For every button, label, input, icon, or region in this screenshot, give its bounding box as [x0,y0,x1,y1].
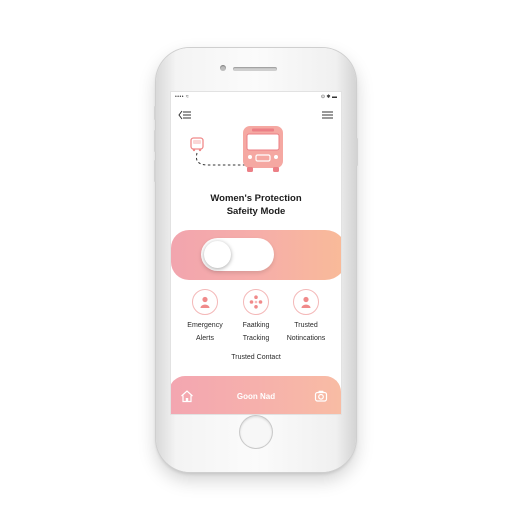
home-button[interactable] [240,416,272,448]
trusted-contact-link[interactable]: Trusted Contact [171,354,341,361]
feature-label-line2: Tracking [242,334,270,342]
front-camera [220,65,226,71]
toggle-knob[interactable] [204,241,231,268]
camera-icon[interactable] [314,389,328,403]
menu-button[interactable] [319,108,335,122]
feature-trusted-notifications[interactable]: Trusted Notincations [278,289,334,345]
back-menu-icon [178,110,191,120]
route-illustration [190,126,283,172]
feature-tracking[interactable]: Faatking Tracking [228,289,284,345]
volume-down-button [154,160,156,182]
small-bus-icon [190,137,204,152]
app-screen: •••• ≈ ⊙ ✱ ▬ Women's Protection Safeity … [171,92,341,414]
group-icon [249,295,263,309]
tracking-icon-wrap [243,289,269,315]
feature-emergency-alerts[interactable]: Emergency Alerts [177,289,233,345]
battery-indicator: ⊙ ✱ ▬ [320,94,337,100]
status-bar: •••• ≈ ⊙ ✱ ▬ [171,92,341,102]
person-icon [301,296,311,308]
route-path [195,152,246,166]
hamburger-icon [321,111,333,119]
title-line-2: Safeity Mode [226,206,286,217]
back-menu-button[interactable] [177,108,193,122]
feature-label-line2: Alerts [196,334,214,342]
signal-indicator: •••• ≈ [175,94,190,100]
title-line-1: Women's Protection [210,193,302,204]
mute-switch [154,106,156,120]
emergency-alert-icon-wrap [192,289,218,315]
earpiece-speaker [233,67,277,71]
volume-up-button [154,130,156,152]
person-icon [200,296,210,308]
feature-label-line2: Notincations [286,334,326,342]
large-bus-icon [243,126,283,172]
feature-label-line1: Trusted [294,322,318,329]
power-button [356,138,358,166]
trusted-notifications-icon-wrap [293,289,319,315]
page-title: Women's Protection Safeity Mode [171,192,341,218]
feature-label-line1: Emergency [187,322,223,329]
feature-label-line1: Faatking [242,322,270,329]
